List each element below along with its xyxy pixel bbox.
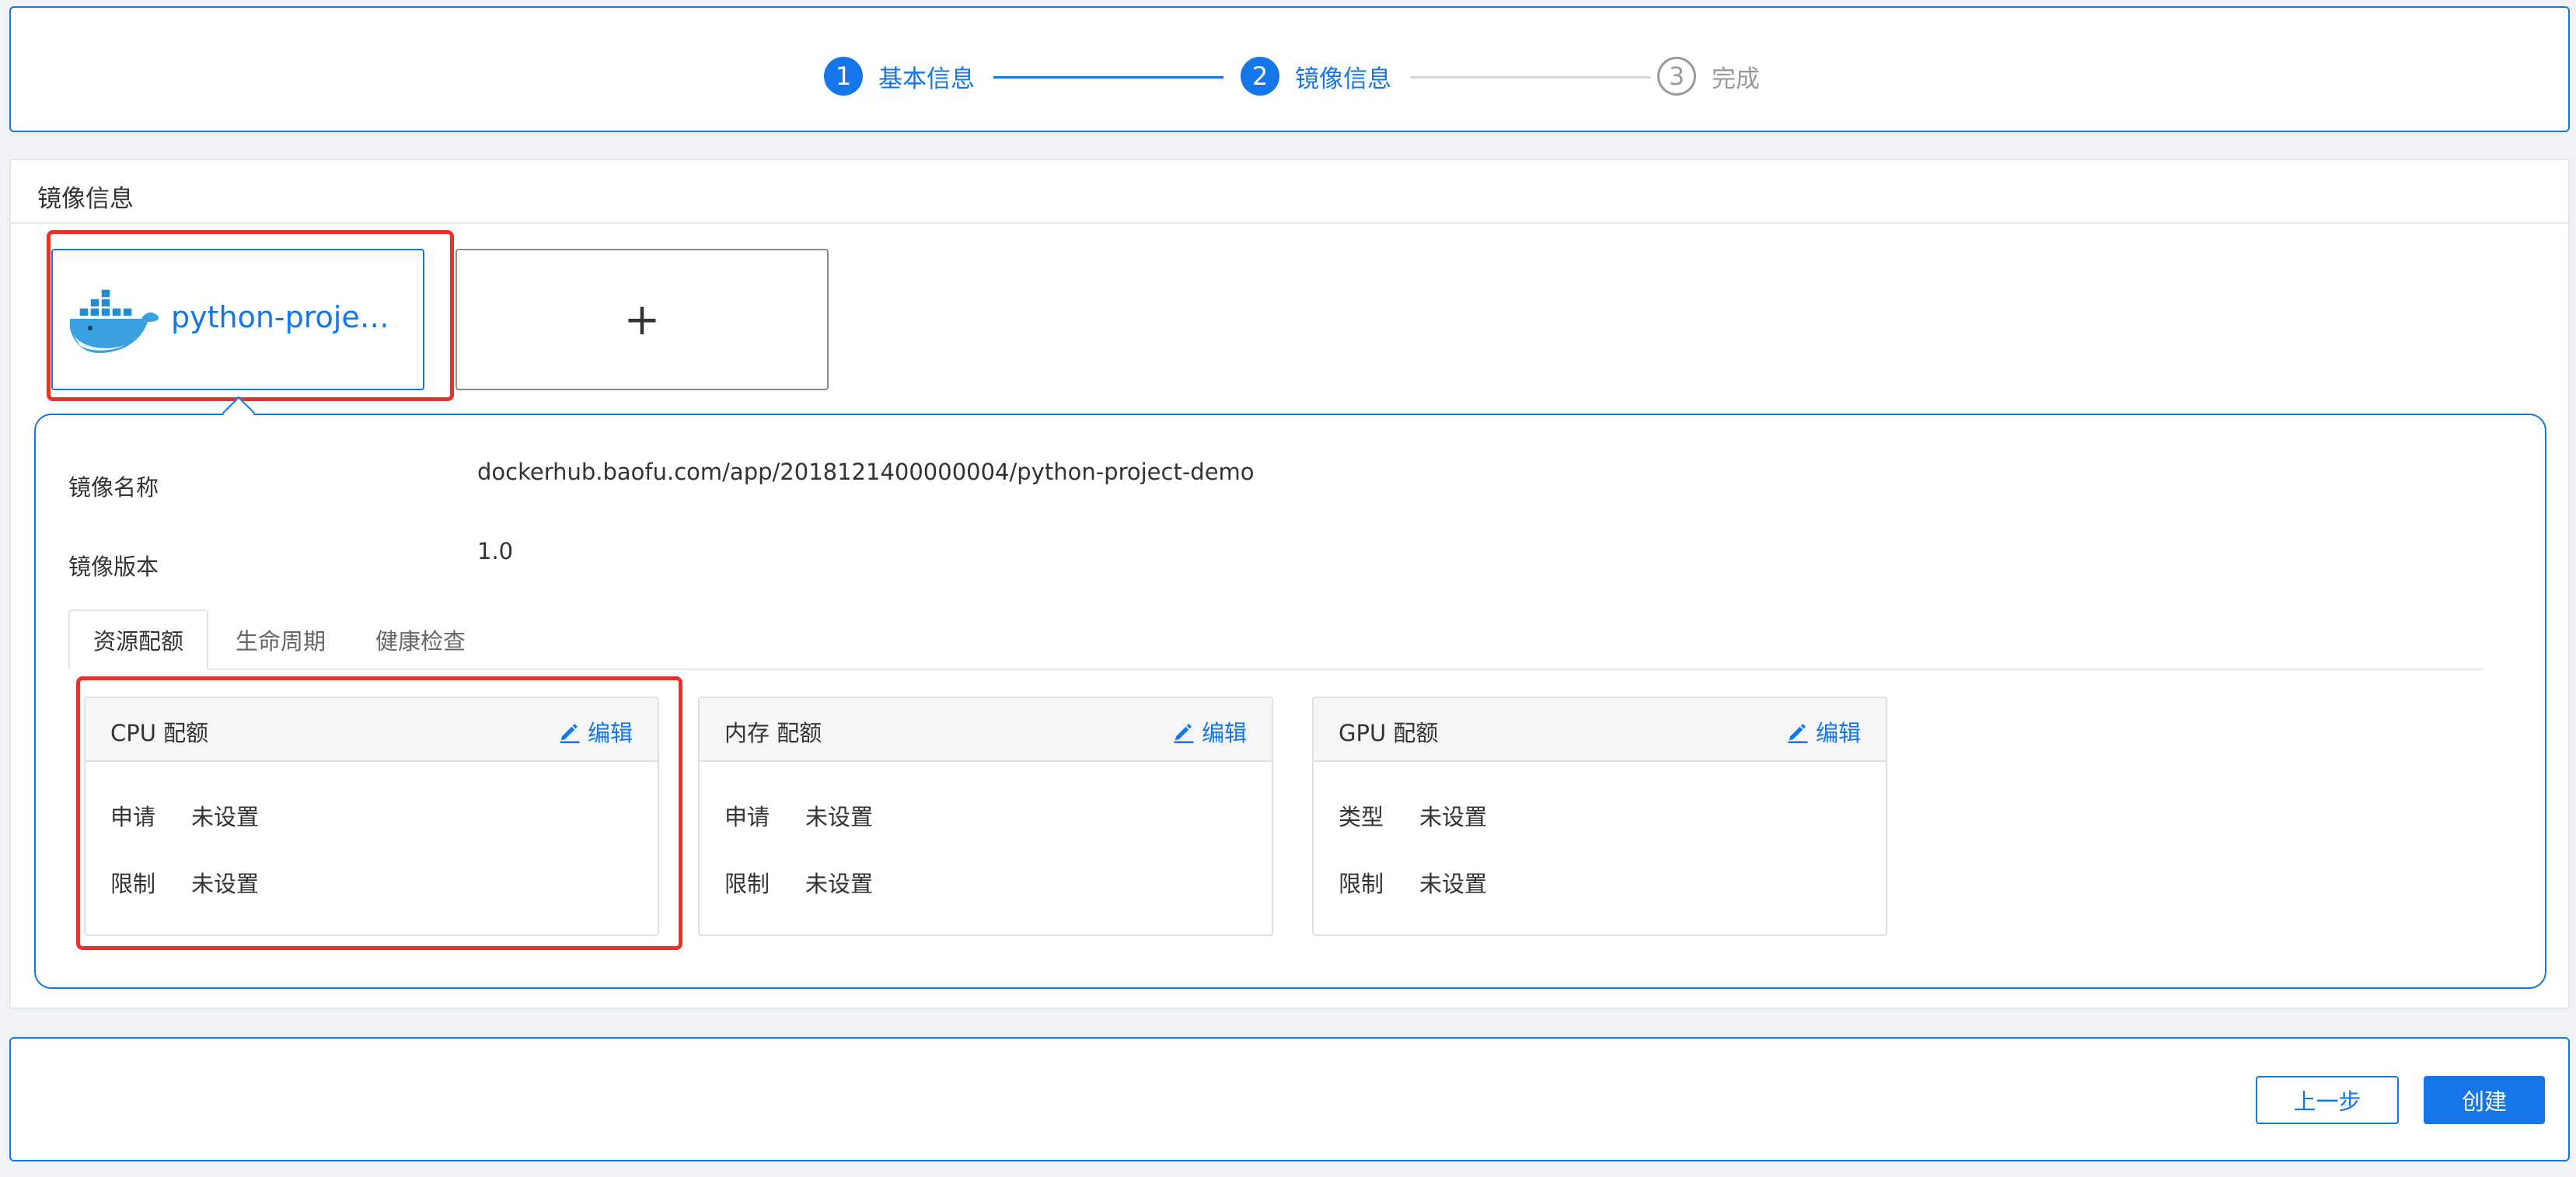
previous-step-button[interactable]: 上一步 bbox=[2256, 1076, 2399, 1124]
gpu-quota-header: GPU 配额 编辑 bbox=[1314, 698, 1886, 762]
cpu-quota-header: CPU 配额 编辑 bbox=[86, 698, 658, 762]
step-3-number: 3 bbox=[1657, 57, 1696, 96]
memory-quota-card: 内存 配额 编辑 申请 未设置 限制 未设置 bbox=[698, 697, 1273, 936]
cpu-request-value: 未设置 bbox=[191, 804, 260, 830]
page-root: 1 基本信息 2 镜像信息 3 完成 镜像信息 python-project- … bbox=[0, 0, 2576, 1177]
image-name-value: dockerhub.baofu.com/app/2018121400000004… bbox=[477, 459, 1255, 485]
gpu-limit-value: 未设置 bbox=[1419, 871, 1488, 897]
step-1-number: 1 bbox=[824, 57, 863, 96]
gpu-quota-title: GPU 配额 bbox=[1339, 720, 1439, 746]
footer-panel: 上一步 创建 bbox=[9, 1037, 2570, 1161]
gpu-limit-row: 限制 未设置 bbox=[1339, 866, 1487, 899]
memory-limit-value: 未设置 bbox=[805, 871, 874, 897]
docker-whale-icon bbox=[70, 288, 159, 353]
cpu-limit-value: 未设置 bbox=[191, 871, 260, 897]
memory-request-key: 申请 bbox=[724, 804, 770, 830]
gpu-quota-edit-label: 编辑 bbox=[1815, 720, 1861, 746]
pencil-icon bbox=[1788, 724, 1808, 743]
memory-request-value: 未设置 bbox=[805, 804, 874, 830]
gpu-type-row: 类型 未设置 bbox=[1339, 799, 1487, 832]
create-button[interactable]: 创建 bbox=[2424, 1076, 2545, 1124]
cpu-limit-row: 限制 未设置 bbox=[110, 866, 259, 899]
step-2-number: 2 bbox=[1241, 57, 1279, 96]
step-connector-1 bbox=[993, 76, 1223, 79]
cpu-quota-edit-label: 编辑 bbox=[587, 720, 633, 746]
memory-quota-title: 内存 配额 bbox=[724, 720, 822, 746]
memory-quota-header: 内存 配额 编辑 bbox=[700, 698, 1272, 762]
step-3: 3 完成 bbox=[1657, 56, 1760, 96]
image-card[interactable]: python-project-demo bbox=[51, 249, 424, 390]
gpu-type-value: 未设置 bbox=[1419, 804, 1488, 830]
pencil-icon bbox=[560, 724, 580, 743]
add-image-button[interactable]: + bbox=[456, 249, 829, 390]
memory-request-row: 申请 未设置 bbox=[724, 799, 873, 832]
tab-resource-quota[interactable]: 资源配额 bbox=[68, 609, 208, 670]
image-version-value: 1.0 bbox=[477, 538, 514, 564]
step-1-label: 基本信息 bbox=[878, 65, 975, 93]
image-card-name: python-project-demo bbox=[171, 300, 404, 334]
image-version-label: 镜像版本 bbox=[68, 554, 159, 580]
pencil-icon bbox=[1174, 724, 1194, 743]
step-2: 2 镜像信息 bbox=[1241, 56, 1391, 96]
tab-bar: 资源配额 生命周期 健康检查 bbox=[68, 609, 2483, 672]
memory-limit-row: 限制 未设置 bbox=[724, 866, 873, 899]
tab-health-check[interactable]: 健康检查 bbox=[356, 609, 485, 670]
image-info-panel: 镜像信息 python-project-demo + bbox=[9, 159, 2570, 1009]
cpu-quota-title: CPU 配额 bbox=[110, 720, 209, 746]
gpu-type-key: 类型 bbox=[1339, 804, 1384, 830]
image-name-label: 镜像名称 bbox=[68, 474, 159, 501]
step-2-label: 镜像信息 bbox=[1295, 65, 1391, 93]
step-connector-2 bbox=[1410, 76, 1651, 79]
memory-quota-edit-label: 编辑 bbox=[1201, 720, 1247, 746]
step-3-label: 完成 bbox=[1712, 65, 1760, 93]
memory-quota-edit-button[interactable]: 编辑 bbox=[1172, 715, 1247, 748]
memory-limit-key: 限制 bbox=[724, 871, 770, 897]
cpu-quota-edit-button[interactable]: 编辑 bbox=[558, 715, 633, 748]
section-title: 镜像信息 bbox=[37, 185, 134, 213]
gpu-quota-edit-button[interactable]: 编辑 bbox=[1786, 715, 1861, 748]
steps-panel: 1 基本信息 2 镜像信息 3 完成 bbox=[9, 6, 2570, 132]
cpu-limit-key: 限制 bbox=[110, 871, 156, 897]
gpu-quota-card: GPU 配额 编辑 类型 未设置 限制 未设置 bbox=[1312, 697, 1887, 936]
gpu-limit-key: 限制 bbox=[1339, 871, 1384, 897]
step-1: 1 基本信息 bbox=[824, 56, 975, 96]
cpu-request-key: 申请 bbox=[110, 804, 156, 830]
tab-lifecycle[interactable]: 生命周期 bbox=[216, 609, 345, 670]
cpu-request-row: 申请 未设置 bbox=[110, 799, 259, 832]
section-divider bbox=[11, 222, 2568, 224]
cpu-quota-card: CPU 配额 编辑 申请 未设置 限制 未设置 bbox=[84, 697, 659, 936]
